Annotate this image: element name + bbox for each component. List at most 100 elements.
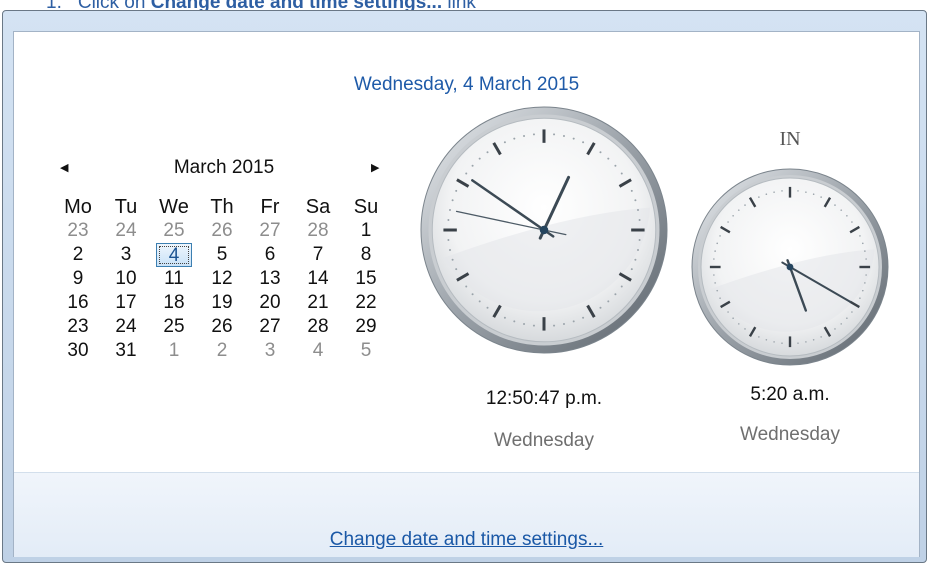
minute-tick: [781, 190, 783, 192]
calendar-day[interactable]: 3: [246, 339, 294, 363]
calendar-day[interactable]: 2: [54, 243, 102, 267]
minute-tick: [638, 218, 641, 221]
calendar-day[interactable]: 2: [198, 339, 246, 363]
calendar-day[interactable]: 24: [102, 315, 150, 339]
minute-tick: [727, 311, 729, 313]
calendar-month-title[interactable]: March 2015: [159, 157, 289, 179]
minute-tick: [851, 221, 853, 223]
calendar-day[interactable]: 28: [294, 219, 342, 243]
minute-tick: [607, 157, 610, 160]
minute-tick: [599, 306, 602, 309]
minute-tick: [861, 289, 864, 292]
calendar-day[interactable]: 28: [294, 315, 342, 339]
calendar-day[interactable]: 21: [294, 291, 342, 315]
minute-tick: [744, 328, 746, 330]
local-clock: 12:50:47 p.m. Wednesday: [419, 105, 669, 451]
minute-tick: [478, 300, 481, 303]
local-clock-face: [420, 106, 668, 354]
minute-tick: [513, 320, 516, 323]
minute-tick: [812, 193, 815, 196]
calendar-day[interactable]: 13: [246, 267, 294, 291]
minute-tick: [719, 235, 721, 237]
calendar-day[interactable]: 5: [342, 339, 390, 363]
minute-tick: [765, 338, 768, 341]
calendar-day[interactable]: 1: [150, 339, 198, 363]
triangle-right-icon[interactable]: ▶: [371, 161, 379, 175]
calendar-day[interactable]: 12: [198, 267, 246, 291]
minute-tick: [714, 282, 716, 284]
triangle-left-icon[interactable]: ◀: [60, 161, 68, 175]
calendar-day[interactable]: 6: [246, 243, 294, 267]
minute-tick: [846, 317, 848, 320]
current-date-heading[interactable]: Wednesday, 4 March 2015: [14, 74, 919, 96]
minute-tick: [455, 268, 458, 271]
minute-tick: [716, 289, 719, 292]
calendar-day[interactable]: 25: [150, 315, 198, 339]
calendar-day[interactable]: 1: [342, 219, 390, 243]
calendar-day[interactable]: 8: [342, 243, 390, 267]
calendar-day-today[interactable]: 4: [150, 243, 198, 267]
clock-center-pin: [786, 263, 794, 271]
minute-tick: [614, 293, 617, 296]
minute-tick: [634, 199, 637, 202]
minute-tick: [773, 341, 775, 343]
minute-tick: [713, 258, 715, 260]
calendar-day[interactable]: 11: [150, 267, 198, 291]
calendar-day[interactable]: 17: [102, 291, 150, 315]
calendar-day[interactable]: 27: [246, 315, 294, 339]
calendar-grid: Mo Tu We Th Fr Sa Su 23 24 25 26 27 28 1 2 3 4 5 6 7 8 9 10 11 1…: [54, 195, 390, 363]
additional-clock-time: 5:20 a.m.: [750, 384, 830, 405]
minute-tick: [773, 191, 775, 193]
calendar-day[interactable]: 7: [294, 243, 342, 267]
minute-tick: [620, 285, 623, 288]
minute-tick: [465, 172, 468, 175]
minute-tick: [719, 297, 721, 299]
calendar-day[interactable]: 23: [54, 219, 102, 243]
calendar-day[interactable]: 25: [150, 219, 198, 243]
minute-tick: [553, 324, 556, 327]
minute-tick: [638, 239, 641, 242]
calendar-day[interactable]: 24: [102, 219, 150, 243]
calendar-day[interactable]: 20: [246, 291, 294, 315]
calendar-day[interactable]: 27: [246, 219, 294, 243]
minute-tick: [471, 164, 474, 167]
minute-tick: [851, 311, 853, 313]
calendar-day[interactable]: 9: [54, 267, 102, 291]
minute-tick: [572, 320, 575, 323]
local-clock-day: Wednesday: [494, 430, 594, 451]
change-date-time-settings-link[interactable]: Change date and time settings...: [14, 529, 919, 551]
minute-tick: [451, 258, 454, 261]
minute-tick: [840, 209, 843, 211]
calendar-day[interactable]: 29: [342, 315, 390, 339]
calendar-day[interactable]: 18: [150, 291, 198, 315]
calendar-day[interactable]: 3: [102, 243, 150, 267]
calendar-day[interactable]: 30: [54, 339, 102, 363]
minute-tick: [820, 336, 822, 338]
minute-tick: [572, 137, 575, 140]
calendar-day[interactable]: 10: [102, 267, 150, 291]
calendar-nav: ◀ March 2015 ▶: [54, 157, 394, 187]
minute-tick: [732, 317, 734, 320]
calendar-day[interactable]: 26: [198, 219, 246, 243]
calendar-day[interactable]: 26: [198, 315, 246, 339]
calendar-day[interactable]: 31: [102, 339, 150, 363]
minute-tick: [716, 242, 719, 245]
calendar-day[interactable]: 15: [342, 267, 390, 291]
calendar-day[interactable]: 23: [54, 315, 102, 339]
minute-tick: [846, 214, 848, 217]
weekday-header: Th: [210, 196, 234, 218]
minute-tick: [861, 242, 864, 245]
calendar-day[interactable]: 4: [294, 339, 342, 363]
minute-tick: [805, 191, 807, 193]
calendar-day[interactable]: 5: [198, 243, 246, 267]
flyout-footer: Change date and time settings...: [14, 472, 919, 557]
minute-tick: [737, 209, 740, 211]
minute-tick: [599, 151, 602, 154]
calendar-day[interactable]: 22: [342, 291, 390, 315]
calendar-day[interactable]: 19: [198, 291, 246, 315]
calendar-day[interactable]: 16: [54, 291, 102, 315]
minute-tick: [562, 323, 565, 326]
minute-tick: [865, 258, 867, 260]
minute-tick: [864, 282, 866, 284]
calendar-day[interactable]: 14: [294, 267, 342, 291]
